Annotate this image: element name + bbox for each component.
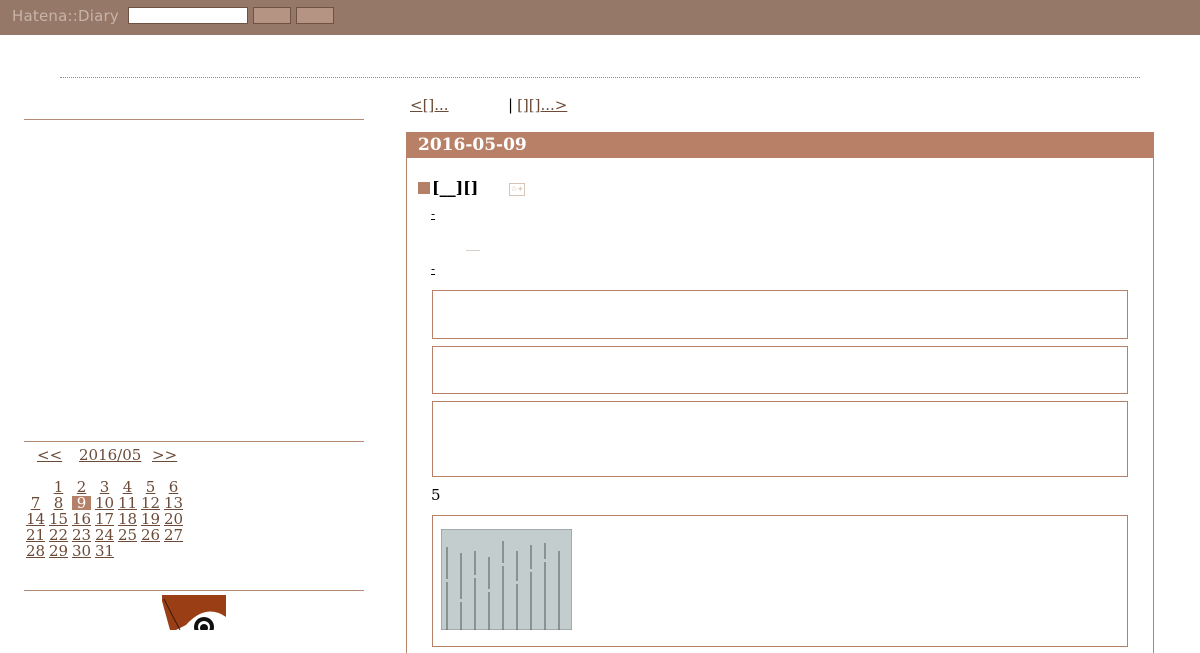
calendar-day[interactable]: 27 (162, 527, 185, 543)
sidebar-divider (24, 119, 364, 120)
calendar-day[interactable]: 17 (93, 511, 116, 527)
search-button[interactable] (253, 7, 291, 24)
calendar-month-link[interactable]: 2016/05 (79, 446, 141, 464)
calendar-day[interactable]: 26 (139, 527, 162, 543)
embed-box[interactable] (432, 290, 1128, 339)
top-bar: Hatena::Diary (0, 0, 1200, 35)
calendar-day[interactable]: 2 (70, 479, 93, 495)
add-star-icon[interactable]: ☆+ (509, 183, 525, 196)
prev-day-link[interactable]: <[]... (410, 96, 504, 114)
calendar-day[interactable]: 25 (116, 527, 139, 543)
calendar-day[interactable]: 6 (162, 479, 185, 495)
calendar-prev-link[interactable]: << (37, 446, 62, 464)
pager: <[]... | [][]...> (410, 96, 639, 114)
calendar-day[interactable]: 14 (24, 511, 47, 527)
calendar-day[interactable]: 15 (47, 511, 70, 527)
embed-box[interactable] (432, 401, 1128, 477)
calendar-day[interactable]: 8 (47, 495, 70, 511)
calendar-day[interactable]: 16 (70, 511, 93, 527)
section-title[interactable]: [__][] (418, 178, 478, 197)
calendar-day[interactable]: 10 (93, 495, 116, 511)
profile-icon[interactable] (162, 595, 226, 630)
secondary-button[interactable] (296, 7, 334, 24)
sidebar-divider (24, 441, 364, 442)
calendar-day[interactable]: 3 (93, 479, 116, 495)
hatena-diary-logo[interactable]: Hatena::Diary (12, 7, 119, 25)
calendar-next-link[interactable]: >> (152, 446, 177, 464)
divider (466, 250, 480, 251)
entry-number: 5 (431, 486, 441, 504)
calendar-blank (24, 479, 47, 495)
embed-box[interactable] (432, 346, 1128, 394)
section-title-text[interactable]: [__][] (432, 178, 478, 197)
entry-link[interactable]: - (431, 262, 451, 276)
calendar-day[interactable]: 23 (70, 527, 93, 543)
calendar-day[interactable]: 19 (139, 511, 162, 527)
calendar-day[interactable]: 24 (93, 527, 116, 543)
header-divider (60, 77, 1140, 78)
calendar-day[interactable]: 1 (47, 479, 70, 495)
sidebar-divider (24, 590, 364, 591)
next-day-link[interactable]: [][]...> (517, 96, 639, 114)
calendar-day-today[interactable]: 9 (72, 496, 91, 511)
calendar-day[interactable]: 18 (116, 511, 139, 527)
calendar-day[interactable]: 28 (24, 543, 47, 559)
calendar-day[interactable]: 13 (162, 495, 185, 511)
entry-link[interactable]: - (431, 207, 501, 221)
calendar-day[interactable]: 11 (116, 495, 139, 511)
calendar-day[interactable]: 29 (47, 543, 70, 559)
calendar-day[interactable]: 4 (116, 479, 139, 495)
section-mark-icon (418, 182, 430, 194)
day-date[interactable]: 2016-05-09 (407, 133, 1153, 158)
calendar-day[interactable]: 30 (70, 543, 93, 559)
calendar-day[interactable]: 22 (47, 527, 70, 543)
calendar-day[interactable]: 21 (24, 527, 47, 543)
calendar-day[interactable]: 5 (139, 479, 162, 495)
calendar-day[interactable]: 12 (139, 495, 162, 511)
calendar-grid: 1 2 3 4 5 6 7 8 9 10 11 12 13 14 15 16 1… (24, 479, 192, 559)
calendar-day[interactable]: 31 (93, 543, 116, 559)
book-page-image[interactable] (441, 529, 572, 630)
pager-separator: | (508, 96, 514, 114)
calendar-day[interactable]: 7 (24, 495, 47, 511)
search-input[interactable] (128, 7, 248, 24)
calendar-day[interactable]: 20 (162, 511, 185, 527)
